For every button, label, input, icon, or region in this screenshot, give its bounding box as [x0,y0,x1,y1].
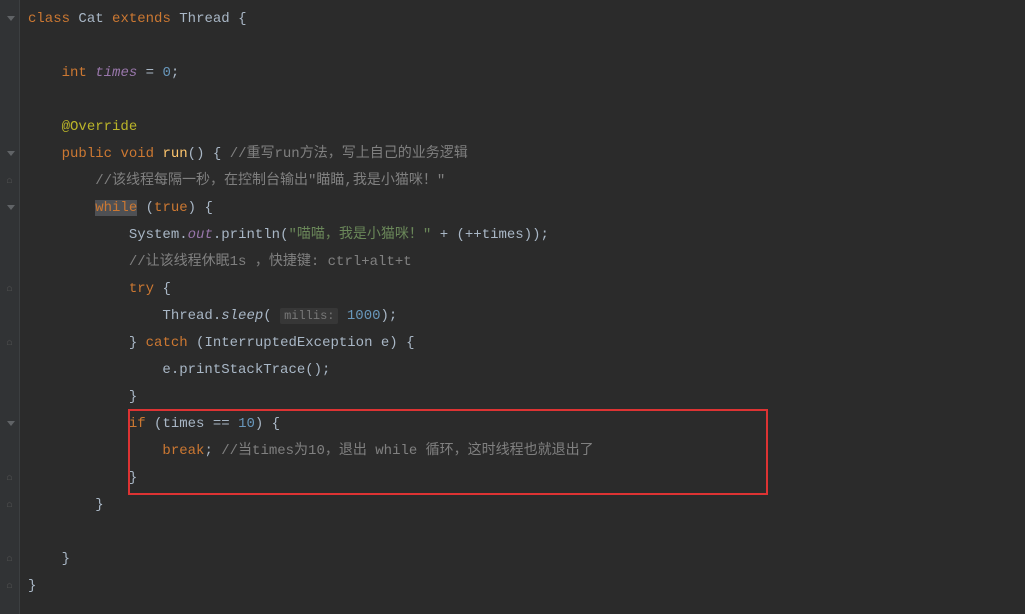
gutter-blank [0,303,19,330]
code-line [28,519,1025,546]
gutter-mark: ⌂ [0,573,19,600]
gutter-blank [0,222,19,249]
fold-icon[interactable] [0,141,19,168]
code-line: public void run() { //重写run方法，写上自己的业务逻辑 [28,141,1025,168]
fold-icon[interactable] [0,195,19,222]
code-line: } catch (InterruptedException e) { [28,330,1025,357]
fold-icon[interactable] [0,411,19,438]
code-line [28,33,1025,60]
gutter-mark: ⌂ [0,492,19,519]
gutter-blank [0,438,19,465]
gutter-blank [0,357,19,384]
gutter-mark: ⌂ [0,330,19,357]
gutter-blank [0,87,19,114]
gutter-blank [0,60,19,87]
gutter-blank [0,384,19,411]
code-line: //该线程每隔一秒，在控制台输出"瞄瞄,我是小猫咪！" [28,168,1025,195]
code-line: System.out.println("喵喵，我是小猫咪！" + (++time… [28,222,1025,249]
code-line: class Cat extends Thread { [28,6,1025,33]
code-line: } [28,573,1025,600]
fold-icon[interactable] [0,6,19,33]
code-area[interactable]: class Cat extends Thread { int times = 0… [20,0,1025,614]
gutter: ⌂ ⌂ ⌂ ⌂ ⌂ ⌂ ⌂ [0,0,20,614]
gutter-blank [0,519,19,546]
code-line: } [28,465,1025,492]
gutter-blank [0,33,19,60]
code-line: int times = 0; [28,60,1025,87]
gutter-blank [0,114,19,141]
gutter-mark: ⌂ [0,276,19,303]
code-line: } [28,546,1025,573]
code-line: break; //当times为10，退出 while 循环，这时线程也就退出了 [28,438,1025,465]
code-line: e.printStackTrace(); [28,357,1025,384]
code-line: } [28,492,1025,519]
code-line: //让该线程休眠1s ，快捷键: ctrl+alt+t [28,249,1025,276]
code-line [28,87,1025,114]
gutter-mark: ⌂ [0,546,19,573]
code-line: } [28,384,1025,411]
code-line: while (true) { [28,195,1025,222]
code-line: try { [28,276,1025,303]
code-line: @Override [28,114,1025,141]
gutter-mark: ⌂ [0,168,19,195]
gutter-mark: ⌂ [0,465,19,492]
gutter-blank [0,249,19,276]
code-line: Thread.sleep( millis: 1000); [28,303,1025,330]
code-editor[interactable]: ⌂ ⌂ ⌂ ⌂ ⌂ ⌂ ⌂ class Cat extends Thread {… [0,0,1025,614]
code-line: if (times == 10) { [28,411,1025,438]
